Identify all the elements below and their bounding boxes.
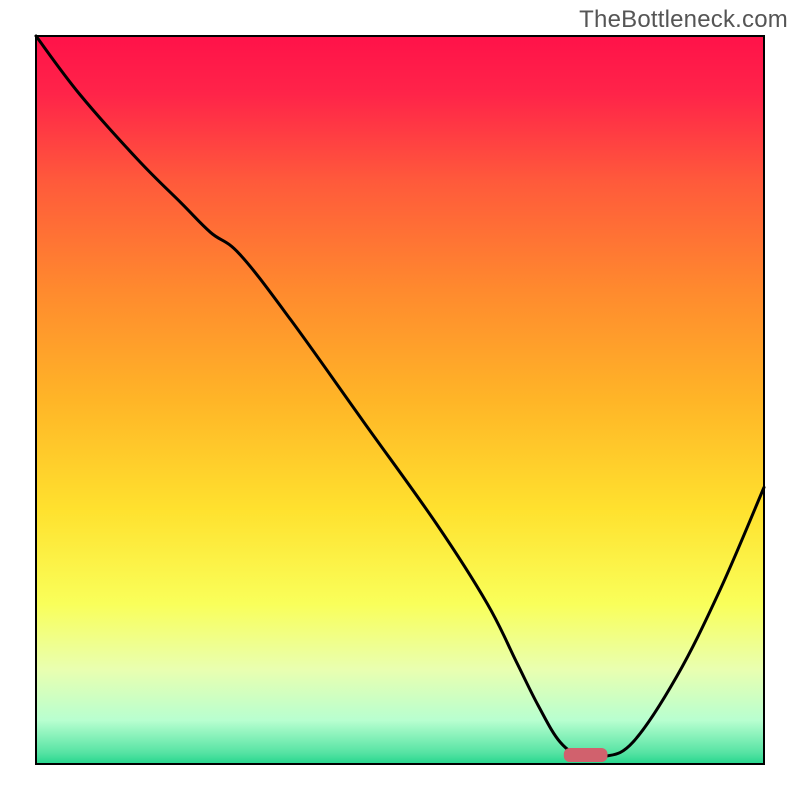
plot-background bbox=[36, 36, 764, 764]
chart-container: TheBottleneck.com bbox=[0, 0, 800, 800]
optimal-marker bbox=[564, 748, 608, 762]
chart-svg bbox=[0, 0, 800, 800]
